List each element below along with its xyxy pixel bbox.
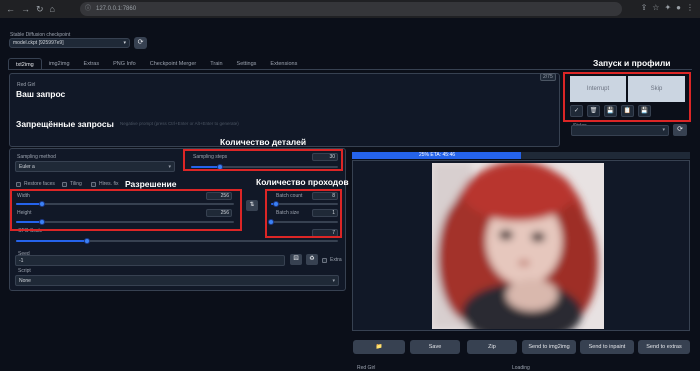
address-bar[interactable]: ⓘ 127.0.0.1:7860 (80, 2, 622, 16)
reuse-seed-button[interactable]: ♻ (306, 254, 318, 265)
prompt-text[interactable]: Red Girl (17, 82, 35, 88)
detail-annotation: Количество деталей (220, 137, 307, 147)
tiling-checkbox[interactable]: Tiling (62, 181, 82, 187)
bookmark-icon[interactable]: ☆ (652, 3, 659, 12)
negative-prompt-input[interactable]: Negative prompt (press Ctrl+Enter or Alt… (120, 121, 239, 126)
dice-icon: ⚄ (293, 256, 299, 262)
extra-label: Extra (330, 257, 342, 263)
checkbox-box[interactable] (91, 181, 96, 187)
tab-divider (8, 69, 692, 70)
send-to-inpaint-button[interactable]: Send to inpaint (580, 340, 634, 354)
progress-text: 25% ETA: 45:46 (418, 152, 456, 158)
script-select[interactable]: None ▾ (15, 275, 339, 286)
chevron-down-icon: ▾ (332, 278, 335, 284)
launch-annotation: Запуск и профили (593, 58, 671, 68)
sampling-method-select[interactable]: Euler a ▾ (15, 161, 175, 172)
resolution-highlight-box (10, 189, 242, 231)
checkbox-box[interactable] (62, 181, 67, 187)
generated-image (432, 163, 604, 329)
passes-annotation: Количество проходов (256, 177, 349, 187)
share-icon[interactable]: ⇪ (641, 3, 648, 12)
sampling-method-label: Sampling method (17, 154, 56, 160)
generated-image-preview[interactable] (432, 163, 604, 329)
menu-icon[interactable]: ⋮ (686, 3, 694, 12)
checkbox-box[interactable] (16, 181, 21, 187)
styles-select[interactable]: ▾ (571, 125, 669, 136)
seed-input[interactable]: -1 (15, 255, 285, 266)
random-seed-button[interactable]: ⚄ (290, 254, 302, 265)
browser-nav: ← → ↻ ⌂ (6, 4, 55, 15)
hires-fix-label: Hires. fix (99, 181, 119, 187)
restore-faces-checkbox[interactable]: Restore faces (16, 181, 55, 187)
script-label: Script (18, 268, 31, 274)
swap-icon: ⇅ (249, 202, 255, 208)
save-button[interactable]: Save (410, 340, 460, 354)
refresh-icon: ⟳ (137, 39, 144, 46)
output-status-label: Loading (512, 365, 530, 371)
sampling-method-value: Euler a (19, 164, 35, 170)
chevron-down-icon: ▾ (662, 127, 665, 133)
detail-highlight-box (183, 149, 343, 171)
browser-extensions: ⇪ ☆ ✦ ● ⋮ (641, 3, 694, 12)
browser-toolbar: ← → ↻ ⌂ ⓘ 127.0.0.1:7860 ⇪ ☆ ✦ ● ⋮ (0, 0, 700, 18)
resolution-annotation: Разрешение (125, 179, 177, 189)
cfg-scale-slider[interactable] (16, 238, 338, 244)
chevron-down-icon: ▾ (123, 40, 126, 46)
output-prompt-label: Red Girl (357, 365, 376, 371)
script-value: None (19, 278, 31, 284)
info-icon: ⓘ (85, 6, 92, 12)
checkbox-box[interactable] (322, 257, 327, 263)
launch-highlight-box (563, 72, 691, 122)
refresh-checkpoint-button[interactable]: ⟳ (134, 37, 147, 49)
recycle-icon: ♻ (309, 256, 315, 262)
negative-annotation: Запрещённые запросы (16, 119, 114, 129)
checkpoint-value: model.ckpt [925997e9] (13, 40, 64, 46)
refresh-icon: ⟳ (677, 126, 683, 133)
open-folder-button[interactable]: 📁 (353, 340, 405, 354)
extra-seed-checkbox[interactable]: Extra (322, 257, 342, 263)
send-to-img2img-button[interactable]: Send to img2img (522, 340, 576, 354)
apply-style-button[interactable]: ⟳ (673, 124, 687, 136)
reload-icon[interactable]: ↻ (36, 4, 44, 15)
chevron-down-icon: ▾ (168, 164, 171, 170)
swap-dimensions-button[interactable]: ⇅ (246, 200, 258, 211)
zip-button[interactable]: Zip (467, 340, 517, 354)
tiling-label: Tiling (70, 181, 82, 187)
passes-highlight-box (265, 189, 342, 238)
slider-fill (16, 240, 87, 242)
profile-icon[interactable]: ● (676, 3, 681, 12)
back-icon[interactable]: ← (6, 4, 15, 15)
checkpoint-select[interactable]: model.ckpt [925997e9] ▾ (9, 38, 130, 48)
query-annotation: Ваш запрос (16, 89, 66, 99)
progress-bar: 25% ETA: 45:46 (352, 152, 690, 159)
hires-fix-checkbox[interactable]: Hires. fix (91, 181, 118, 187)
prompt-panel[interactable] (9, 73, 560, 147)
forward-icon[interactable]: → (21, 4, 30, 15)
url-text: 127.0.0.1:7860 (96, 6, 137, 12)
restore-faces-label: Restore faces (24, 181, 55, 187)
slider-thumb[interactable] (83, 238, 90, 244)
send-to-extras-button[interactable]: Send to extras (638, 340, 690, 354)
extensions-icon[interactable]: ✦ (664, 3, 671, 12)
token-counter: 2/75 (540, 73, 556, 81)
home-icon[interactable]: ⌂ (50, 4, 55, 15)
